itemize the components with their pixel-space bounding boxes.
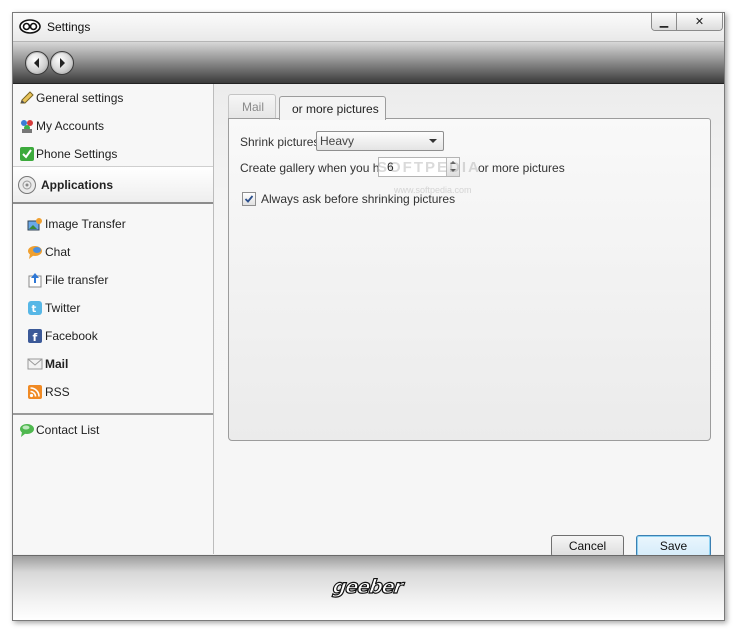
sidebar-item-label: Chat [45, 245, 71, 259]
sidebar-item-label: Image Transfer [45, 217, 126, 231]
sidebar: General settings My Accounts Phone Setti… [13, 84, 214, 554]
checkmark-icon [244, 195, 254, 203]
sidebar-item-label: Contact List [36, 423, 100, 437]
sidebar-section-applications[interactable]: Applications [13, 166, 213, 204]
accounts-icon [21, 120, 33, 133]
check-icon [20, 147, 34, 161]
watermark-url: www.softpedia.com [394, 185, 472, 195]
close-icon: ✕ [694, 16, 705, 28]
sidebar-item-chat[interactable]: Chat [13, 238, 213, 266]
gallery-label: Create gallery when you have [240, 161, 399, 175]
sidebar-item-image-transfer[interactable]: Image Transfer [13, 210, 213, 238]
back-button[interactable] [25, 51, 49, 75]
window-controls: ▁ ✕ [651, 13, 723, 31]
sidebar-item-phone-settings[interactable]: Phone Settings [13, 140, 213, 168]
sidebar-item-twitter[interactable]: t Twitter [13, 294, 213, 322]
gallery-suffix-label: or more pictures [478, 161, 565, 175]
settings-panel: Shrink pictures Heavy Create gallery whe… [228, 118, 711, 441]
tab-label: or more pictures [292, 102, 379, 116]
navigation-bar [13, 42, 724, 84]
sidebar-divider [13, 413, 213, 415]
sidebar-item-label: Twitter [45, 301, 81, 315]
chat-icon [28, 246, 42, 259]
tab-mail[interactable]: Mail [228, 94, 276, 119]
sidebar-section-label: Applications [41, 178, 114, 192]
close-button[interactable]: ✕ [676, 13, 722, 30]
forward-button[interactable] [50, 51, 74, 75]
sidebar-item-facebook[interactable]: f Facebook [13, 322, 213, 350]
sidebar-item-label: My Accounts [36, 119, 105, 133]
sidebar-item-label: Mail [45, 357, 69, 371]
sidebar-item-rss[interactable]: RSS [13, 378, 213, 406]
pencil-icon [20, 91, 34, 104]
minimize-button[interactable]: ▁ [652, 13, 676, 30]
footer: geeber [13, 555, 724, 620]
tab-or-more-pictures[interactable]: or more pictures [279, 96, 386, 120]
file-transfer-icon [28, 273, 42, 288]
sidebar-item-label: Facebook [45, 329, 98, 343]
minimize-icon: ▁ [659, 16, 669, 28]
sidebar-item-my-accounts[interactable]: My Accounts [13, 112, 213, 140]
sidebar-item-label: General settings [36, 91, 124, 105]
dropdown-value: Heavy [320, 134, 355, 148]
twitter-icon: t [28, 301, 42, 315]
image-transfer-icon [27, 218, 42, 231]
geeber-logo: geeber [331, 575, 405, 598]
sidebar-item-file-transfer[interactable]: File transfer [13, 266, 213, 294]
contact-list-icon [20, 424, 34, 437]
chevron-down-icon [429, 139, 437, 143]
content-area: Mail or more pictures Shrink pictures He… [214, 84, 724, 557]
mail-icon [27, 358, 43, 370]
sidebar-item-contact-list[interactable]: Contact List [13, 416, 213, 444]
arrow-right-icon [60, 58, 65, 68]
cancel-button[interactable]: Cancel [551, 535, 624, 557]
svg-text:f: f [33, 331, 38, 344]
rss-icon [28, 385, 42, 399]
watermark: SOFTPEDIA [377, 159, 481, 176]
geeber-logo-icon [19, 19, 41, 34]
shrink-pictures-label: Shrink pictures [240, 135, 320, 149]
facebook-icon: f [28, 329, 42, 344]
shrink-level-dropdown[interactable]: Heavy [316, 131, 444, 151]
save-button[interactable]: Save [636, 535, 711, 557]
applications-icon [18, 176, 36, 194]
sidebar-item-general-settings[interactable]: General settings [13, 84, 213, 112]
sidebar-item-mail[interactable]: Mail [13, 350, 213, 378]
tab-label: Mail [242, 100, 265, 114]
window-title: Settings [47, 20, 91, 34]
arrow-left-icon [34, 58, 39, 68]
title-bar[interactable]: Settings ▁ ✕ [13, 13, 724, 42]
svg-text:t: t [32, 304, 37, 315]
sidebar-item-label: RSS [45, 385, 70, 399]
settings-window: Settings ▁ ✕ General settings My Account… [12, 12, 725, 621]
sidebar-item-label: Phone Settings [36, 147, 118, 161]
sidebar-item-label: File transfer [45, 273, 109, 287]
always-ask-checkbox[interactable] [242, 192, 256, 206]
